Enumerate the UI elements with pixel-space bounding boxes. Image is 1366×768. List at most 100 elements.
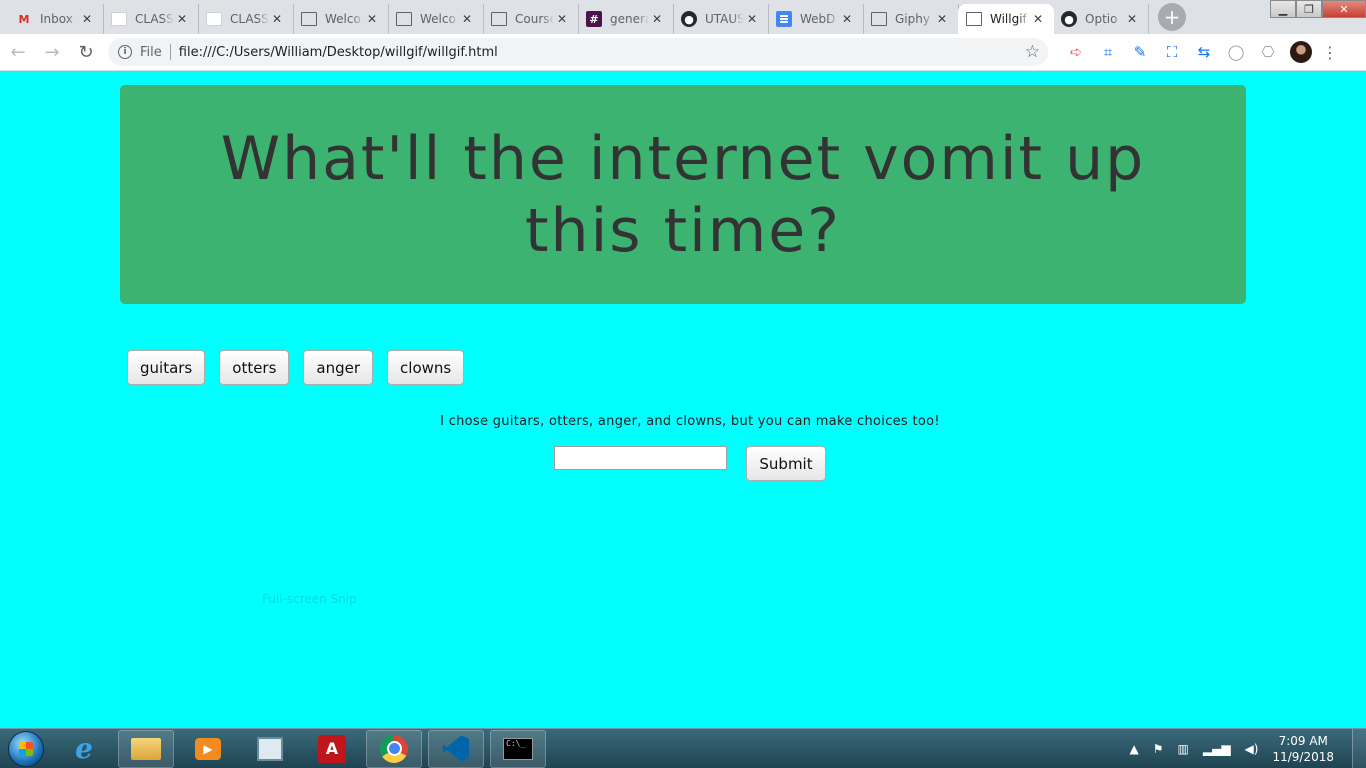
back-button[interactable]: ← [2, 36, 34, 68]
command-prompt-icon: C:\_ [503, 737, 533, 760]
close-window-button[interactable]: ✕ [1322, 0, 1366, 18]
maximize-button[interactable]: ❐ [1296, 0, 1322, 18]
tab-strip: M Inbox ✕ CLASS ✕ CLASS ✕ Welco ✕ Welco ✕ Course ✕ # g… [0, 0, 1366, 34]
tab-title: Course [515, 12, 554, 26]
ext-red-arrow-icon[interactable]: ➪ [1060, 38, 1092, 66]
browser-tab[interactable]: # general✕ [578, 4, 674, 34]
tab-close-icon[interactable]: ✕ [839, 11, 855, 27]
browser-tab[interactable]: ● Optio ✕ [1053, 4, 1149, 34]
ext-crop-icon[interactable]: ⌗ [1092, 38, 1124, 66]
ext-fullscreen-icon[interactable]: ⛶ [1156, 38, 1188, 66]
browser-tab[interactable]: Welco ✕ [388, 4, 484, 34]
ext-circle-icon[interactable]: ◯ [1220, 38, 1252, 66]
browser-tab[interactable]: Giphy ✕ [863, 4, 959, 34]
blank-page-icon [111, 12, 127, 26]
url-text[interactable]: file:///C:/Users/William/Desktop/willgif… [179, 45, 498, 60]
slack-icon: # [586, 11, 602, 27]
tab-close-icon[interactable]: ✕ [649, 11, 665, 27]
clock-time: 7:09 AM [1278, 734, 1328, 748]
tab-close-icon[interactable]: ✕ [364, 11, 380, 27]
jumbotron: What'll the internet vomit up this time? [120, 85, 1246, 304]
browser-tab[interactable]: ● UTAUS ✕ [673, 4, 769, 34]
minimize-button[interactable]: ▁ [1270, 0, 1296, 18]
tab-close-icon[interactable]: ✕ [1124, 11, 1140, 27]
github-icon: ● [681, 11, 697, 27]
submit-button[interactable]: Submit [746, 446, 826, 481]
clock-date: 11/9/2018 [1272, 750, 1334, 764]
start-button[interactable] [8, 730, 44, 767]
signal-strength-icon[interactable]: ▂▄▆ [1203, 742, 1231, 756]
tab-close-icon[interactable]: ✕ [459, 11, 475, 27]
browser-menu-icon[interactable]: ⋮ [1320, 43, 1340, 62]
taskbar-button-media-player[interactable]: ▶ [180, 730, 236, 768]
address-bar[interactable]: i File file:///C:/Users/William/Desktop/… [108, 38, 1048, 66]
tab-title: Inbox [40, 12, 73, 26]
tab-close-icon[interactable]: ✕ [79, 11, 95, 27]
topic-button-otters[interactable]: otters [219, 350, 290, 385]
browser-tab[interactable]: CLASS ✕ [198, 4, 294, 34]
spreadsheet-icon [257, 736, 283, 761]
show-desktop-button[interactable] [1352, 729, 1366, 768]
action-center-flag-icon[interactable]: ⚑ [1153, 742, 1164, 756]
reload-button[interactable]: ↻ [70, 36, 102, 68]
tab-close-icon[interactable]: ✕ [934, 11, 950, 27]
browser-tab[interactable]: Welco ✕ [293, 4, 389, 34]
acrobat-icon: A [318, 734, 346, 763]
profile-avatar[interactable] [1290, 41, 1312, 63]
chrome-icon [380, 734, 408, 763]
bookmark-star-icon[interactable]: ☆ [1025, 42, 1040, 62]
ext-camera-icon[interactable]: ⎔ [1252, 38, 1284, 66]
gmail-icon: M [18, 12, 30, 26]
system-clock[interactable]: 7:09 AM 11/9/2018 [1272, 733, 1334, 765]
topic-button-clowns[interactable]: clowns [387, 350, 465, 385]
taskbar-button-vscode[interactable] [428, 729, 484, 768]
vscode-icon [443, 735, 469, 762]
topic-button-anger[interactable]: anger [303, 350, 374, 385]
blank-page-icon [206, 12, 222, 26]
browser-tab[interactable]: Course ✕ [483, 4, 579, 34]
github-icon: ● [1061, 11, 1077, 27]
tab-title: WebD [800, 12, 836, 26]
ext-pen-icon[interactable]: ✎ [1124, 38, 1156, 66]
tray-chevron-icon[interactable]: ▲ [1130, 742, 1139, 756]
ext-swap-icon[interactable]: ⇆ [1188, 38, 1220, 66]
tab-close-icon[interactable]: ✕ [744, 11, 760, 27]
tab-title: Welco [325, 12, 361, 26]
tab-close-icon[interactable]: ✕ [269, 11, 285, 27]
windows-taskbar: e ▶ A C:\_ ▲ ⚑ ▥ ▂▄▆ ◀) 7:09 AM 11/9/2018 [0, 728, 1366, 768]
tab-close-icon[interactable]: ✕ [174, 11, 190, 27]
taskbar-button-internet-explorer[interactable]: e [56, 730, 112, 768]
taskbar-button-command-prompt[interactable]: C:\_ [490, 729, 546, 768]
omnibox-divider [169, 44, 171, 60]
tab-title: Willgif [990, 12, 1027, 26]
taskbar-button-acrobat[interactable]: A [304, 730, 360, 768]
taskbar-button-file-explorer[interactable] [118, 729, 174, 768]
new-tab-button[interactable]: + [1158, 3, 1186, 31]
taskbar-button-spreadsheet[interactable] [242, 730, 298, 768]
internet-explorer-icon: e [75, 732, 93, 765]
media-player-icon: ▶ [195, 737, 221, 760]
tab-title: Optio [1085, 12, 1118, 26]
tab-close-icon[interactable]: ✕ [1030, 11, 1046, 27]
document-icon [396, 12, 412, 26]
extension-area: ➪ ⌗ ✎ ⛶ ⇆ ◯ ⎔ ⋮ [1060, 38, 1340, 66]
tab-title: general [610, 12, 649, 26]
browser-tab[interactable]: M Inbox ✕ [8, 4, 104, 34]
document-icon [966, 12, 982, 26]
file-explorer-icon [131, 737, 161, 760]
browser-tab[interactable]: CLASS ✕ [103, 4, 199, 34]
window-controls: ▁ ❐ ✕ [1270, 0, 1366, 18]
browser-tab[interactable]: WebD ✕ [768, 4, 864, 34]
volume-icon[interactable]: ◀) [1245, 742, 1259, 756]
tab-title: CLASS [135, 12, 174, 26]
network-adapter-icon[interactable]: ▥ [1178, 742, 1189, 756]
browser-tab[interactable]: Willgif ✕ [958, 4, 1054, 34]
document-icon [871, 12, 887, 26]
taskbar-button-chrome[interactable] [366, 729, 422, 768]
forward-button[interactable]: → [36, 36, 68, 68]
browser-toolbar: ← → ↻ i File file:///C:/Users/William/De… [0, 34, 1366, 71]
site-info-icon[interactable]: i [118, 45, 132, 59]
topic-input[interactable] [554, 446, 727, 470]
topic-button-guitars[interactable]: guitars [127, 350, 206, 385]
tab-close-icon[interactable]: ✕ [554, 11, 570, 27]
